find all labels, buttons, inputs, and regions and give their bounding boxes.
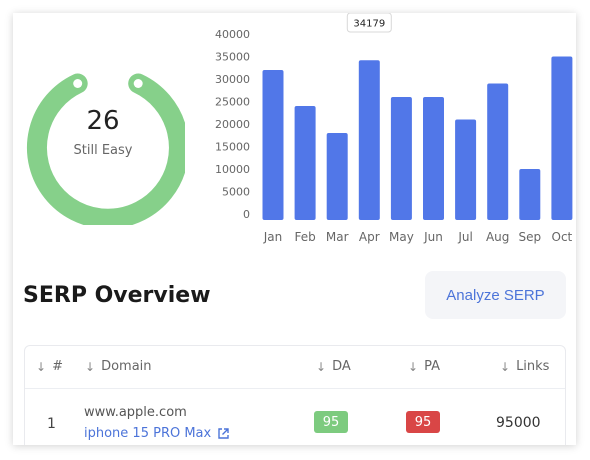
- bar-aug[interactable]: [487, 83, 509, 221]
- da-badge: 95: [314, 411, 348, 433]
- x-tick-label: Jun: [423, 230, 443, 244]
- y-tick-label: 40000: [215, 28, 250, 41]
- x-tick-label: Jul: [457, 230, 472, 244]
- y-tick-label: 5000: [222, 186, 250, 199]
- bar-jun[interactable]: [423, 97, 444, 220]
- x-tick-label: Sep: [518, 230, 541, 244]
- gauge-handle-left: [73, 79, 83, 88]
- serp-table: ↓ # ↓ Domain ↓ DA ↓ PA ↓ Links 1 www.app…: [24, 345, 566, 445]
- column-header-links[interactable]: ↓ Links: [500, 359, 549, 374]
- pa-badge: 95: [406, 411, 440, 433]
- bar-tooltip: 34179: [346, 13, 392, 33]
- table-header: ↓ # ↓ Domain ↓ DA ↓ PA ↓ Links: [25, 346, 565, 389]
- bar-sep[interactable]: [519, 169, 541, 220]
- bar-jan[interactable]: [262, 70, 284, 220]
- x-tick-label: Feb: [294, 230, 315, 244]
- x-tick-label: Oct: [552, 230, 573, 244]
- sort-down-icon: ↓: [85, 359, 96, 374]
- y-tick-label: 10000: [215, 163, 250, 176]
- column-header-pa[interactable]: ↓ PA: [408, 359, 440, 374]
- column-header-domain[interactable]: ↓ Domain: [85, 359, 152, 374]
- bar-mar[interactable]: [326, 133, 348, 220]
- keyword-card: 26 Still Easy 0 5000 10000 15000 20000 25000 3…: [13, 13, 576, 445]
- bar-oct[interactable]: [551, 56, 573, 221]
- external-link-icon: [218, 428, 229, 439]
- bar-jul[interactable]: [455, 119, 477, 221]
- analyze-serp-button[interactable]: Analyze SERP: [425, 271, 566, 319]
- y-tick-label: 15000: [215, 141, 250, 154]
- row-links: 95000: [496, 415, 541, 431]
- column-header-rank[interactable]: ↓ #: [36, 359, 63, 374]
- x-tick-label: Mar: [326, 230, 349, 244]
- serp-overview-title: SERP Overview: [23, 283, 211, 308]
- y-tick-label: 35000: [215, 51, 250, 64]
- sort-down-icon: ↓: [36, 359, 47, 374]
- search-volume-chart: 0 5000 10000 15000 20000 25000 30000 35000 40000…: [215, 13, 573, 244]
- bar-may[interactable]: [390, 97, 412, 220]
- y-tick-label: 30000: [215, 73, 250, 86]
- row-rank: 1: [47, 416, 56, 432]
- x-tick-label: Aug: [486, 230, 509, 244]
- row-keyword-link[interactable]: iphone 15 PRO Max: [84, 426, 230, 441]
- x-tick-label: Jan: [263, 230, 283, 244]
- y-tick-label: 25000: [215, 96, 250, 109]
- bar-feb[interactable]: [294, 106, 316, 220]
- difficulty-value: 26: [86, 106, 120, 136]
- sort-down-icon: ↓: [316, 359, 327, 374]
- row-domain: www.apple.com: [84, 405, 187, 420]
- tooltip-value: 34179: [353, 19, 385, 30]
- sort-down-icon: ↓: [408, 359, 419, 374]
- difficulty-label: Still Easy: [73, 143, 133, 158]
- sort-down-icon: ↓: [500, 359, 511, 374]
- x-tick-label: Apr: [359, 230, 380, 244]
- y-tick-label: 20000: [215, 118, 250, 131]
- y-tick-label: 0: [243, 208, 250, 221]
- x-tick-label: May: [389, 230, 414, 244]
- bar-apr[interactable]: [358, 60, 380, 220]
- gauge-handle-right: [133, 79, 143, 88]
- column-header-da[interactable]: ↓ DA: [316, 359, 351, 374]
